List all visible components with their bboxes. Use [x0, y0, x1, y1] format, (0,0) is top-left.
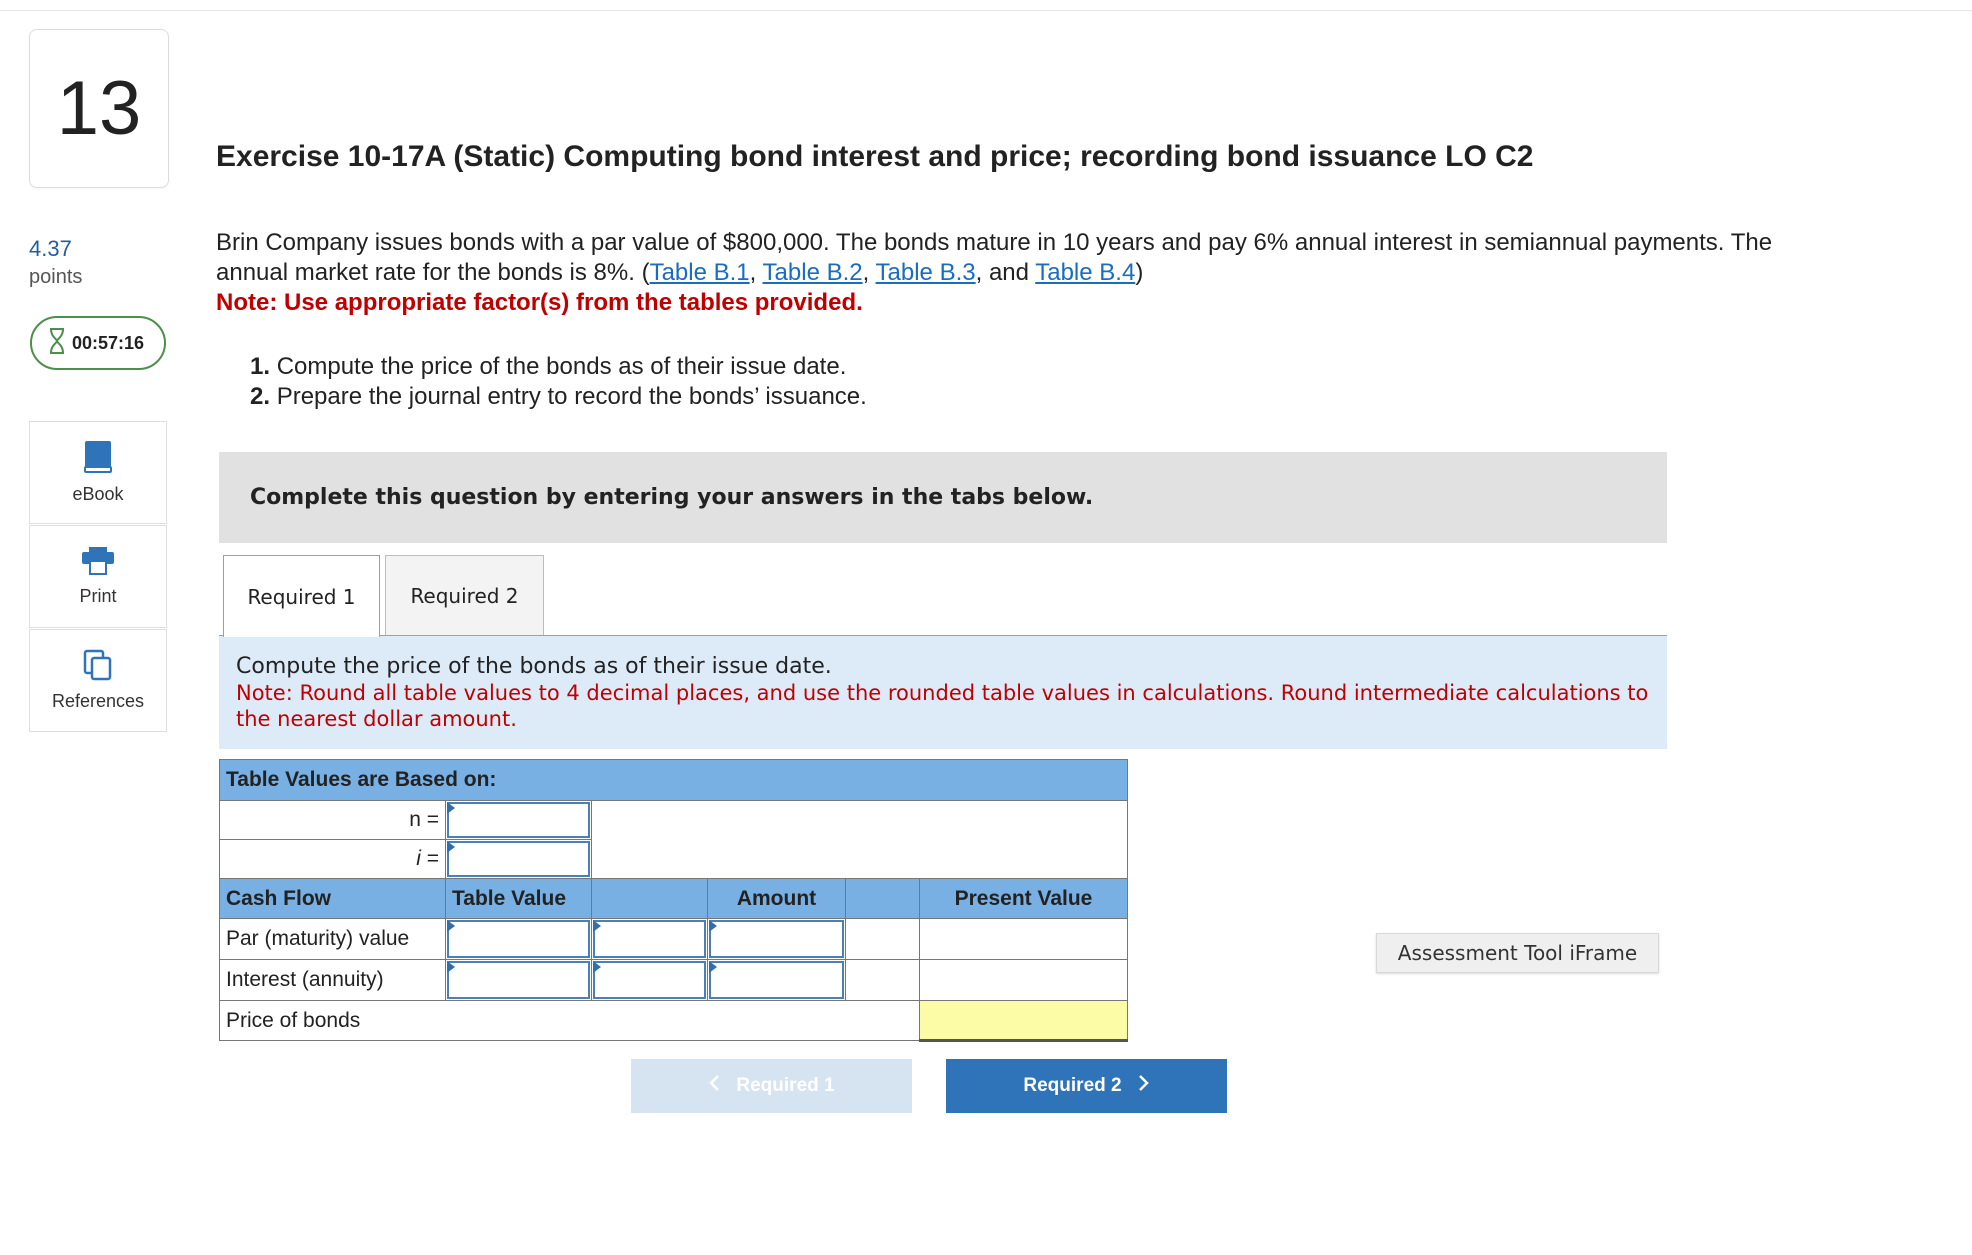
i-label: i =: [219, 839, 446, 879]
ebook-button[interactable]: eBook: [29, 421, 167, 524]
par-amount-input[interactable]: [707, 918, 846, 960]
interest-label: Interest (annuity): [219, 959, 446, 1001]
question-number: 13: [29, 29, 169, 188]
table-b1-link[interactable]: Table B.1: [650, 259, 750, 286]
requirements-list: 1. Compute the price of the bonds as of …: [250, 352, 867, 412]
factor-note: Note: Use appropriate factor(s) from the…: [216, 289, 863, 316]
n-label: n =: [219, 800, 446, 840]
table-b3-link[interactable]: Table B.3: [876, 259, 976, 286]
references-icon: [83, 649, 113, 681]
points-label: points: [29, 266, 83, 288]
par-operator-input[interactable]: [591, 918, 708, 960]
par-table-value-dropdown[interactable]: [445, 918, 592, 960]
amount-header: Amount: [707, 878, 846, 919]
requirement-item: 2. Prepare the journal entry to record t…: [250, 383, 867, 410]
printer-icon: [81, 546, 115, 576]
cash-flow-header: Cash Flow: [219, 878, 446, 919]
instruction-text: Compute the price of the bonds as of the…: [236, 654, 832, 679]
table-b4-link[interactable]: Table B.4: [1035, 259, 1135, 286]
interest-table-value-dropdown[interactable]: [445, 959, 592, 1001]
print-label: Print: [79, 586, 117, 606]
instructions-banner: Complete this question by entering your …: [219, 452, 1667, 543]
prev-required-button[interactable]: Required 1: [631, 1059, 912, 1113]
price-of-bonds-total: [919, 1000, 1128, 1042]
book-icon: [83, 440, 113, 474]
rounding-note: Note: Round all table values to 4 decima…: [236, 681, 1649, 731]
print-button[interactable]: Print: [29, 525, 167, 628]
points-value: 4.37: [29, 236, 72, 261]
timer[interactable]: 00:57:16: [30, 316, 166, 370]
interest-amount-input[interactable]: [707, 959, 846, 1001]
par-present-value-cell: [919, 918, 1128, 960]
ebook-label: eBook: [72, 484, 124, 504]
tab-required-2[interactable]: Required 2: [385, 555, 544, 636]
references-label: References: [51, 691, 145, 711]
par-value-label: Par (maturity) value: [219, 918, 446, 960]
chevron-left-icon: [708, 1074, 720, 1098]
interest-operator-input[interactable]: [591, 959, 708, 1001]
timer-value: 00:57:16: [72, 332, 145, 353]
bond-price-table: Table Values are Based on: n = i = Cash …: [219, 759, 1128, 1042]
tab-instructions: Compute the price of the bonds as of the…: [219, 636, 1667, 749]
table-b2-link[interactable]: Table B.2: [763, 259, 863, 286]
top-divider: [0, 10, 1972, 11]
prev-required-label: Required 1: [736, 1075, 835, 1096]
next-required-button[interactable]: Required 2: [946, 1059, 1227, 1113]
i-input[interactable]: [445, 839, 592, 879]
next-required-label: Required 2: [1023, 1075, 1122, 1096]
table-value-header: Table Value: [445, 878, 592, 919]
exercise-description: Brin Company issues bonds with a par val…: [216, 228, 1776, 318]
hourglass-icon: [48, 327, 66, 359]
assessment-tool-iframe[interactable]: Assessment Tool iFrame: [1376, 933, 1659, 973]
interest-present-value-cell: [919, 959, 1128, 1001]
table-based-on-header: Table Values are Based on:: [219, 759, 1128, 801]
exercise-title: Exercise 10-17A (Static) Computing bond …: [216, 140, 1534, 173]
n-input[interactable]: [445, 800, 592, 840]
requirement-item: 1. Compute the price of the bonds as of …: [250, 353, 847, 380]
references-button[interactable]: References: [29, 629, 167, 732]
tab-required-1[interactable]: Required 1: [223, 555, 380, 637]
chevron-right-icon: [1138, 1074, 1150, 1098]
price-of-bonds-label: Price of bonds: [219, 1000, 920, 1041]
present-value-header: Present Value: [919, 878, 1128, 919]
